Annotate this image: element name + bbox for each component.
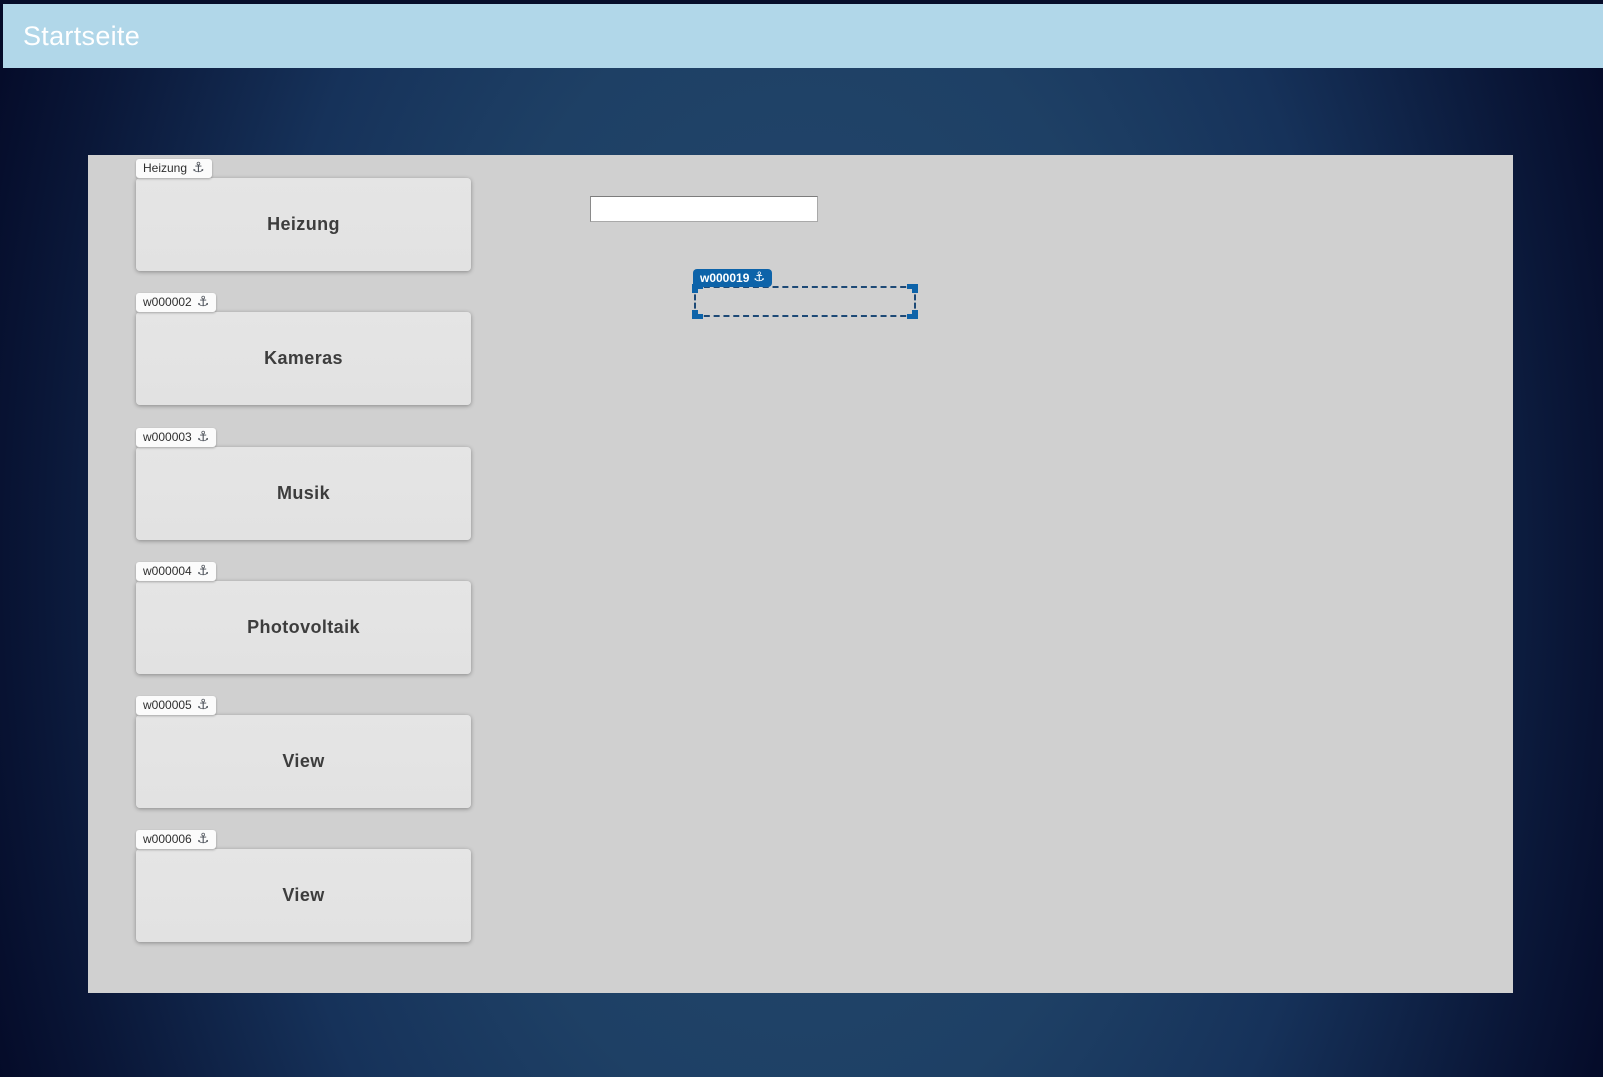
anchor-icon: ⚓	[197, 295, 210, 309]
anchor-tag-label: w000002	[143, 295, 192, 309]
tile-button-photovoltaik[interactable]: Photovoltaik	[136, 581, 471, 674]
selected-anchor-tag-w000019[interactable]: w000019 ⚓	[693, 269, 772, 287]
tile-button-heizung[interactable]: Heizung	[136, 178, 471, 271]
text-input[interactable]	[590, 196, 818, 222]
editor-canvas[interactable]: Heizung ⚓ Heizung w000002 ⚓ Kameras w000…	[88, 155, 1513, 993]
anchor-tag-label: Heizung	[143, 161, 187, 175]
anchor-tag-label: w000004	[143, 564, 192, 578]
anchor-tag-w000005[interactable]: w000005 ⚓	[136, 696, 216, 715]
resize-handle-top-right[interactable]	[907, 284, 918, 293]
page-header: Startseite	[3, 4, 1603, 68]
selected-anchor-label: w000019	[700, 271, 749, 285]
anchor-icon: ⚓	[197, 832, 210, 846]
anchor-icon: ⚓	[192, 161, 205, 175]
resize-handle-bottom-right[interactable]	[907, 310, 918, 319]
anchor-tag-label: w000005	[143, 698, 192, 712]
anchor-icon: ⚓	[197, 430, 210, 444]
anchor-tag-w000003[interactable]: w000003 ⚓	[136, 428, 216, 447]
anchor-icon: ⚓	[197, 564, 210, 578]
page-title: Startseite	[3, 21, 140, 52]
anchor-tag-w000006[interactable]: w000006 ⚓	[136, 830, 216, 849]
tile-button-view-2[interactable]: View	[136, 849, 471, 942]
anchor-tag-heizung[interactable]: Heizung ⚓	[136, 159, 212, 178]
anchor-tag-label: w000003	[143, 430, 192, 444]
anchor-tag-label: w000006	[143, 832, 192, 846]
anchor-tag-w000002[interactable]: w000002 ⚓	[136, 293, 216, 312]
anchor-icon: ⚓	[753, 271, 765, 284]
anchor-tag-w000004[interactable]: w000004 ⚓	[136, 562, 216, 581]
resize-handle-bottom-left[interactable]	[692, 310, 703, 319]
tile-button-kameras[interactable]: Kameras	[136, 312, 471, 405]
anchor-icon: ⚓	[197, 698, 210, 712]
tile-button-view-1[interactable]: View	[136, 715, 471, 808]
selection-region-w000019[interactable]	[694, 286, 916, 317]
tile-button-musik[interactable]: Musik	[136, 447, 471, 540]
